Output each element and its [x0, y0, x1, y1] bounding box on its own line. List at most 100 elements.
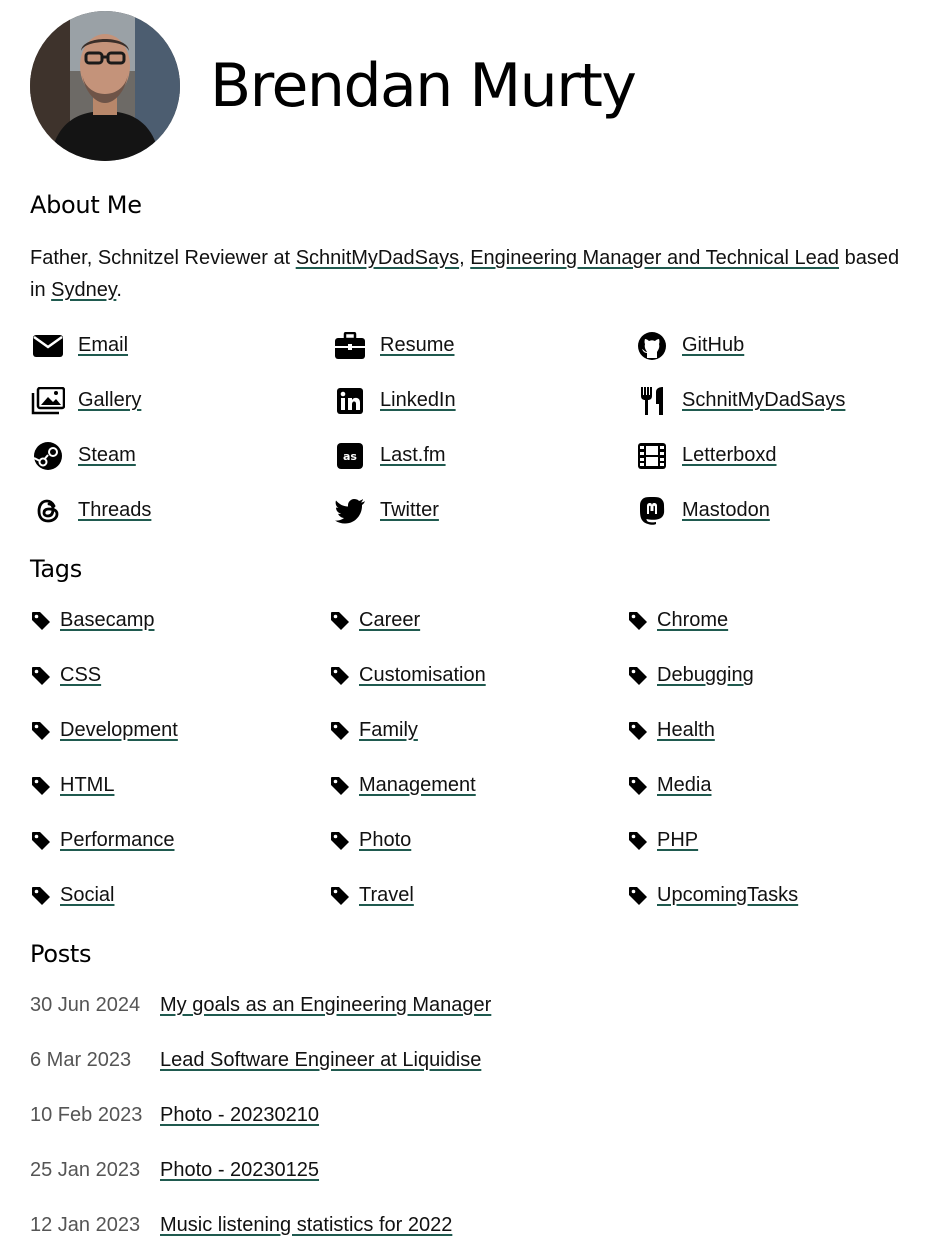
tag-icon: [627, 665, 649, 687]
avatar: [30, 11, 180, 161]
tag-link[interactable]: PHP: [657, 829, 698, 852]
resume-link[interactable]: Resume: [380, 334, 454, 357]
linkedin-link[interactable]: LinkedIn: [380, 389, 456, 412]
social-threads[interactable]: Threads: [30, 483, 332, 538]
post-row: 30 Jun 2024 My goals as an Engineering Ma…: [30, 978, 910, 1033]
envelope-icon: [30, 330, 66, 362]
social-letterboxd[interactable]: Letterboxd: [634, 428, 932, 483]
social-email[interactable]: Email: [30, 318, 332, 373]
tag-item[interactable]: Travel: [329, 868, 627, 923]
tag-item[interactable]: Management: [329, 758, 627, 813]
tag-item[interactable]: CSS: [30, 648, 329, 703]
tag-item[interactable]: Career: [329, 593, 627, 648]
tag-icon: [30, 720, 52, 742]
post-title-link[interactable]: Photo - 20230210: [160, 1104, 319, 1127]
letterboxd-link[interactable]: Letterboxd: [682, 444, 777, 467]
social-schnitmydadsays[interactable]: SchnitMyDadSays: [634, 373, 932, 428]
social-mastodon[interactable]: Mastodon: [634, 483, 932, 538]
social-github[interactable]: GitHub: [634, 318, 932, 373]
mastodon-link[interactable]: Mastodon: [682, 499, 770, 522]
tag-link[interactable]: Basecamp: [60, 609, 155, 632]
post-row: 10 Feb 2023 Photo - 20230210: [30, 1088, 910, 1143]
tag-icon: [627, 720, 649, 742]
tag-item[interactable]: Family: [329, 703, 627, 758]
social-resume[interactable]: Resume: [332, 318, 634, 373]
tag-icon: [329, 610, 351, 632]
schnitmydadsays-link[interactable]: SchnitMyDadSays: [296, 247, 459, 269]
tag-link[interactable]: Debugging: [657, 664, 754, 687]
engineering-manager-link[interactable]: Engineering Manager and Technical Lead: [470, 247, 839, 269]
social-links: Email Resume GitHub Gallery LinkedIn Sch…: [30, 318, 932, 538]
social-linkedin[interactable]: LinkedIn: [332, 373, 634, 428]
threads-link[interactable]: Threads: [78, 499, 151, 522]
tag-item[interactable]: PHP: [627, 813, 932, 868]
tag-item[interactable]: Performance: [30, 813, 329, 868]
tag-item[interactable]: Social: [30, 868, 329, 923]
tag-item[interactable]: Health: [627, 703, 932, 758]
tag-item[interactable]: Development: [30, 703, 329, 758]
tag-link[interactable]: Social: [60, 884, 114, 907]
tag-item[interactable]: UpcomingTasks: [627, 868, 932, 923]
tag-icon: [329, 885, 351, 907]
social-twitter[interactable]: Twitter: [332, 483, 634, 538]
post-date: 30 Jun 2024: [30, 994, 141, 1016]
briefcase-icon: [332, 330, 368, 362]
about-text-part: Father, Schnitzel Reviewer at: [30, 247, 296, 269]
tag-link[interactable]: Career: [359, 609, 420, 632]
post-date: 10 Feb 2023: [30, 1104, 143, 1126]
tag-link[interactable]: CSS: [60, 664, 101, 687]
posts-list: 30 Jun 2024 My goals as an Engineering Ma…: [30, 978, 910, 1253]
social-lastfm[interactable]: as Last.fm: [332, 428, 634, 483]
social-steam[interactable]: Steam: [30, 428, 332, 483]
tag-link[interactable]: HTML: [60, 774, 114, 797]
tag-link[interactable]: Customisation: [359, 664, 486, 687]
tag-link[interactable]: Media: [657, 774, 711, 797]
tag-link[interactable]: Development: [60, 719, 178, 742]
svg-text:as: as: [343, 450, 357, 463]
tag-link[interactable]: Photo: [359, 829, 411, 852]
tag-icon: [329, 775, 351, 797]
post-row: 6 Mar 2023 Lead Software Engineer at Liqu…: [30, 1033, 910, 1088]
post-title-link[interactable]: Music listening statistics for 2022: [160, 1214, 452, 1237]
gallery-link[interactable]: Gallery: [78, 389, 141, 412]
lastfm-link[interactable]: Last.fm: [380, 444, 446, 467]
steam-link[interactable]: Steam: [78, 444, 136, 467]
tag-icon: [627, 775, 649, 797]
tags-heading: Tags: [30, 555, 82, 583]
tag-icon: [30, 775, 52, 797]
about-text: Father, Schnitzel Reviewer at SchnitMyDa…: [30, 242, 910, 306]
sydney-link[interactable]: Sydney: [51, 279, 116, 301]
email-link[interactable]: Email: [78, 334, 128, 357]
tag-item[interactable]: HTML: [30, 758, 329, 813]
tag-link[interactable]: Family: [359, 719, 418, 742]
tag-icon: [329, 830, 351, 852]
tag-item[interactable]: Debugging: [627, 648, 932, 703]
tag-link[interactable]: Chrome: [657, 609, 728, 632]
mastodon-icon: [634, 495, 670, 527]
social-gallery[interactable]: Gallery: [30, 373, 332, 428]
post-title-link[interactable]: Photo - 20230125: [160, 1159, 319, 1182]
tag-item[interactable]: Photo: [329, 813, 627, 868]
tag-item[interactable]: Basecamp: [30, 593, 329, 648]
tag-link[interactable]: Health: [657, 719, 715, 742]
tag-link[interactable]: Travel: [359, 884, 414, 907]
threads-icon: [30, 495, 66, 527]
tags-list: Basecamp Career Chrome CSS Customisation Debu…: [30, 593, 932, 923]
github-link[interactable]: GitHub: [682, 334, 744, 357]
tag-link[interactable]: Performance: [60, 829, 175, 852]
post-row: 25 Jan 2023 Photo - 20230125: [30, 1143, 910, 1198]
tag-link[interactable]: UpcomingTasks: [657, 884, 798, 907]
tag-icon: [30, 610, 52, 632]
post-title-link[interactable]: My goals as an Engineering Manager: [160, 994, 491, 1017]
tag-item[interactable]: Chrome: [627, 593, 932, 648]
post-title-link[interactable]: Lead Software Engineer at Liquidise: [160, 1049, 481, 1072]
twitter-link[interactable]: Twitter: [380, 499, 439, 522]
tag-item[interactable]: Media: [627, 758, 932, 813]
post-date: 6 Mar 2023: [30, 1049, 132, 1071]
lastfm-icon: as: [332, 440, 368, 472]
schnitmydadsays-social-link[interactable]: SchnitMyDadSays: [682, 389, 845, 412]
tag-item[interactable]: Customisation: [329, 648, 627, 703]
tag-link[interactable]: Management: [359, 774, 476, 797]
steam-icon: [30, 440, 66, 472]
post-row: 12 Jan 2023 Music listening statistics fo…: [30, 1198, 910, 1253]
